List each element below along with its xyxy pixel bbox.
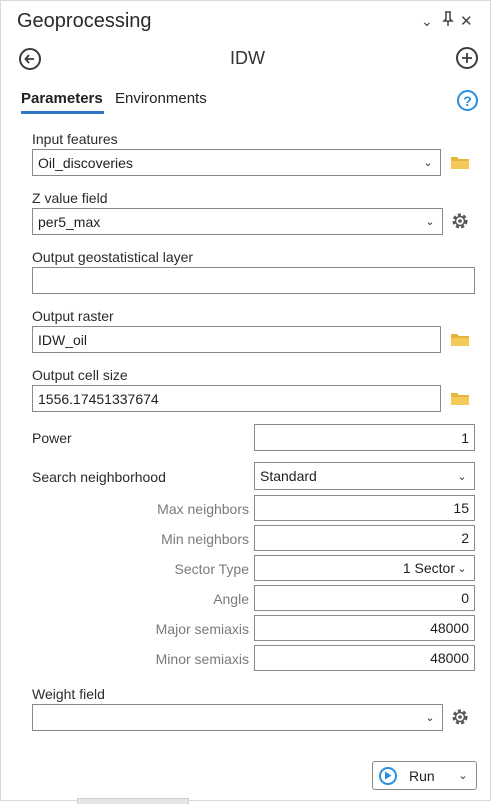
chevron-down-icon: ⌄ — [425, 216, 435, 228]
angle-input[interactable]: 0 — [254, 585, 475, 611]
gear-icon[interactable] — [450, 211, 470, 236]
pane-title: Geoprocessing — [17, 10, 152, 32]
sector-type-value: 1 Sector — [402, 560, 455, 576]
power-label: Power — [32, 430, 72, 446]
browse-folder-icon[interactable] — [450, 331, 470, 352]
z-value-field-dropdown[interactable]: per5_max ⌄ — [32, 208, 443, 235]
run-label: Run — [409, 767, 435, 784]
minor-semiaxis-input[interactable]: 48000 — [254, 645, 475, 671]
help-icon[interactable]: ? — [457, 90, 478, 111]
search-neighborhood-dropdown[interactable]: Standard ⌄ — [254, 462, 475, 490]
tab-environments[interactable]: Environments — [115, 90, 207, 107]
sector-type-dropdown[interactable]: 1 Sector ⌄ — [254, 555, 475, 581]
major-semiaxis-value: 48000 — [430, 620, 469, 636]
max-neighbors-value: 15 — [453, 500, 469, 516]
power-value: 1 — [461, 429, 469, 446]
chevron-down-icon[interactable]: ⌄ — [456, 769, 470, 782]
output-raster-input[interactable]: IDW_oil — [32, 326, 441, 353]
tool-title: IDW — [230, 48, 265, 68]
output-raster-value: IDW_oil — [38, 331, 88, 348]
geoprocessing-pane: Geoprocessing ⌄ ✕ IDW Parameters Environ… — [0, 0, 491, 804]
min-neighbors-label: Min neighbors — [161, 531, 249, 547]
tab-parameters[interactable]: Parameters — [21, 90, 103, 107]
min-neighbors-input[interactable]: 2 — [254, 525, 475, 551]
browse-folder-icon[interactable] — [450, 154, 470, 175]
major-semiaxis-label: Major semiaxis — [155, 621, 249, 637]
min-neighbors-value: 2 — [461, 530, 469, 546]
pin-icon[interactable] — [442, 11, 454, 30]
bottom-tab-edge — [77, 798, 189, 804]
close-icon[interactable]: ✕ — [460, 12, 473, 30]
weight-field-label: Weight field — [32, 686, 105, 702]
chevron-down-icon: ⌄ — [425, 712, 435, 724]
input-features-value: Oil_discoveries — [38, 154, 133, 171]
output-cell-size-label: Output cell size — [32, 367, 128, 383]
output-geostat-input[interactable] — [32, 267, 475, 294]
search-neighborhood-value: Standard — [260, 468, 317, 484]
play-icon — [379, 766, 397, 785]
output-geostat-label: Output geostatistical layer — [32, 249, 194, 265]
weight-field-dropdown[interactable]: ⌄ — [32, 704, 443, 731]
minor-semiaxis-label: Minor semiaxis — [155, 651, 249, 667]
angle-value: 0 — [461, 590, 469, 606]
power-input[interactable]: 1 — [254, 424, 475, 451]
plus-icon[interactable] — [456, 47, 478, 69]
max-neighbors-label: Max neighbors — [157, 501, 249, 517]
z-value-field-label: Z value field — [32, 190, 108, 206]
minor-semiaxis-value: 48000 — [430, 650, 469, 666]
search-neighborhood-label: Search neighborhood — [32, 469, 166, 485]
sector-type-label: Sector Type — [174, 561, 249, 577]
run-button[interactable]: Run ⌄ — [372, 761, 477, 790]
chevron-down-icon: ⌄ — [457, 470, 467, 483]
z-value-field-value: per5_max — [38, 213, 101, 230]
output-cell-size-value: 1556.17451337674 — [38, 390, 159, 407]
pane-menu-button[interactable]: ⌄ — [421, 13, 433, 30]
gear-icon[interactable] — [450, 707, 470, 732]
active-tab-indicator — [21, 111, 104, 114]
browse-folder-icon[interactable] — [450, 390, 470, 411]
major-semiaxis-input[interactable]: 48000 — [254, 615, 475, 641]
output-cell-size-input[interactable]: 1556.17451337674 — [32, 385, 441, 412]
max-neighbors-input[interactable]: 15 — [254, 495, 475, 521]
output-raster-label: Output raster — [32, 308, 114, 324]
chevron-down-icon: ⌄ — [423, 157, 433, 169]
input-features-dropdown[interactable]: Oil_discoveries ⌄ — [32, 149, 441, 176]
chevron-down-icon: ⌄ — [457, 562, 467, 575]
input-features-label: Input features — [32, 131, 118, 147]
angle-label: Angle — [213, 591, 249, 607]
